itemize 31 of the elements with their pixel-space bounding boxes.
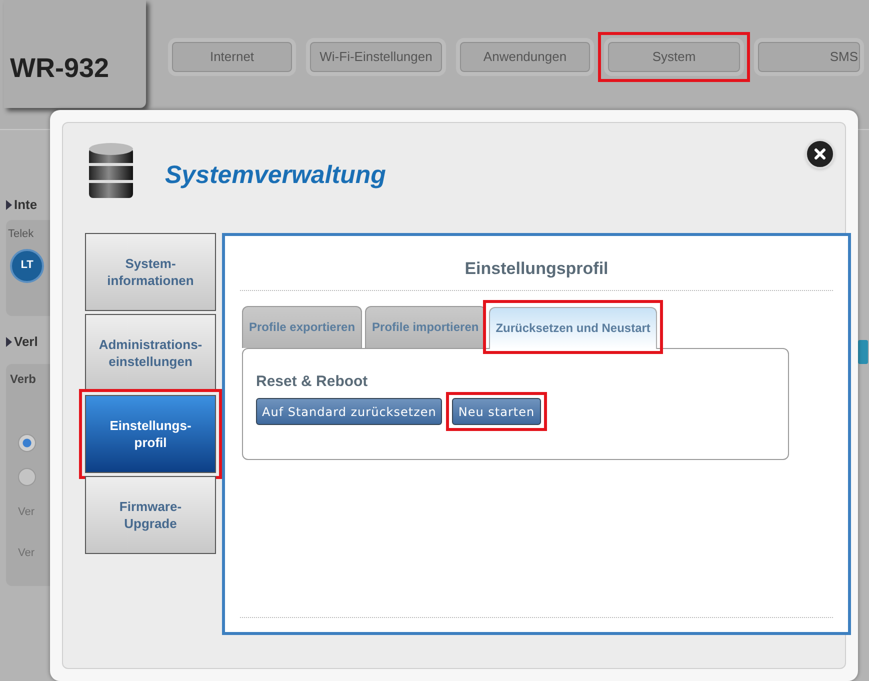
- dialog-title: Systemverwaltung: [165, 160, 386, 192]
- tab[interactable]: Zurücksetzen und Neustart: [488, 306, 658, 348]
- radio-button[interactable]: [18, 434, 36, 452]
- row-label: Ver: [18, 505, 36, 520]
- row-label: Ver: [18, 546, 36, 560]
- menu-item[interactable]: Einstellungs- profil: [85, 395, 216, 473]
- menu-item[interactable]: Administrations- einstellungen: [85, 314, 216, 392]
- model-name: WR-932: [10, 52, 110, 84]
- nav-tab[interactable]: Wi-Fi-Einstellungen: [306, 38, 446, 76]
- close-icon: [814, 148, 826, 160]
- tab[interactable]: Profile exportieren: [242, 306, 362, 348]
- close-button[interactable]: [805, 139, 835, 169]
- action-button[interactable]: Neu starten: [452, 398, 541, 425]
- tab[interactable]: Profile importieren: [365, 306, 486, 348]
- nav-tab[interactable]: System: [604, 38, 744, 76]
- nav-tab[interactable]: Anwendungen: [456, 38, 594, 76]
- caret-icon: [6, 337, 12, 347]
- action-button[interactable]: Auf Standard zurücksetzen: [256, 398, 442, 425]
- group-title: Reset & Reboot: [256, 372, 369, 392]
- section-heading: Inte: [14, 196, 38, 214]
- nav-tab[interactable]: Internet: [168, 38, 296, 76]
- caret-icon: [6, 200, 12, 210]
- menu-item[interactable]: Firmware- Upgrade: [85, 476, 216, 554]
- section-heading: Verl: [14, 333, 38, 352]
- radio-button[interactable]: [18, 468, 36, 486]
- section-heading: Einstellungsprofil: [240, 236, 833, 290]
- network-badge: LT: [10, 248, 44, 282]
- menu-item[interactable]: System- informationen: [85, 233, 216, 311]
- connection-label: Verb: [10, 371, 38, 388]
- provider-label: Telek: [8, 227, 35, 242]
- nav-tab[interactable]: SMS: [754, 38, 864, 76]
